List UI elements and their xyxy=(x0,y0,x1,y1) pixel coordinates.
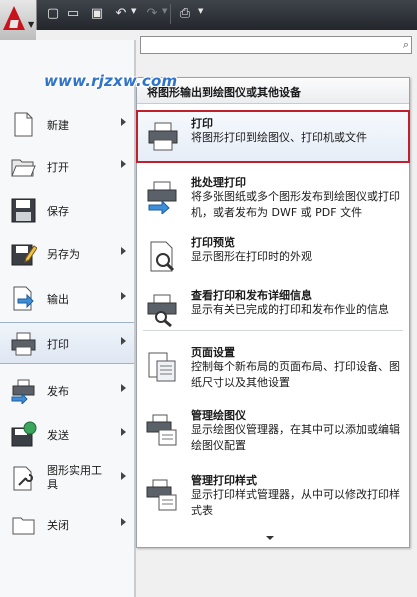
chevron-right-icon xyxy=(121,118,126,126)
menu-item-label: 图形实用工具 xyxy=(47,464,102,491)
submenu-item-title: 批处理打印 xyxy=(191,176,246,189)
watermark-text: www.rjzxw.com xyxy=(44,72,178,90)
toolbar-separator xyxy=(170,4,171,24)
chevron-right-icon xyxy=(121,292,126,300)
submenu-item-title: 查看打印和发布详细信息 xyxy=(191,289,312,302)
chevron-right-icon xyxy=(121,428,126,436)
toolbar-customize-icon[interactable]: ▼ xyxy=(198,7,203,15)
menu-item-send[interactable]: 发送 xyxy=(0,414,134,454)
submenu-item-plot[interactable]: 打印 将图形打印到绘图仪、打印机或文件 xyxy=(136,110,410,163)
plot-style-manager-icon xyxy=(146,479,177,511)
plot-icon[interactable]: ⎙ xyxy=(176,5,194,22)
submenu-item-desc: 显示有关已完成的打印和发布作业的信息 xyxy=(191,303,389,316)
submenu-item-desc: 显示打印样式管理器，从中可以修改打印样式表 xyxy=(191,488,400,517)
scroll-down-icon[interactable] xyxy=(266,536,274,540)
undo-dropdown-icon[interactable]: ▼ xyxy=(131,7,136,15)
redo-dropdown-icon[interactable]: ▼ xyxy=(162,7,167,15)
submenu-header: 将图形输出到绘图仪或其他设备 xyxy=(137,78,409,104)
submenu-item-title: 页面设置 xyxy=(191,346,235,359)
close-document-icon xyxy=(12,517,35,535)
submenu-item-desc: 将图形打印到绘图仪、打印机或文件 xyxy=(191,131,367,144)
menu-item-utilities[interactable]: 图形实用工具 xyxy=(0,458,134,498)
menu-item-print[interactable]: 打印 xyxy=(0,322,134,364)
menu-item-label: 另存为 xyxy=(47,248,80,261)
submenu-item-batch-plot[interactable]: 批处理打印 将多张图纸或多个图形发布到绘图仪或打印机，或者发布为 DWF 或 P… xyxy=(137,170,409,226)
submenu-item-plotter-manager[interactable]: 管理绘图仪 显示绘图仪管理器，在其中可以添加或编辑绘图仪配置 xyxy=(137,403,409,459)
menu-item-label: 输出 xyxy=(47,293,69,306)
submenu-item-desc: 将多张图纸或多个图形发布到绘图仪或打印机，或者发布为 DWF 或 PDF 文件 xyxy=(191,190,400,219)
menu-item-label: 打开 xyxy=(47,161,69,174)
wrench-icon xyxy=(13,466,33,491)
menu-item-label: 关闭 xyxy=(47,519,69,532)
menu-item-export[interactable]: 输出 xyxy=(0,278,134,318)
chevron-right-icon xyxy=(121,247,126,255)
export-icon xyxy=(13,286,34,311)
menu-item-save[interactable]: 保存 xyxy=(0,190,134,230)
submenu-item-desc: 显示绘图仪管理器，在其中可以添加或编辑绘图仪配置 xyxy=(191,423,400,452)
menu-item-publish[interactable]: 发布 xyxy=(0,370,134,410)
quick-access-toolbar: ▢ ▭ ▣ ↶ ▼ ↷ ▼ ⎙ ▼ xyxy=(0,0,417,30)
menu-item-open[interactable]: 打开 xyxy=(0,146,134,186)
chevron-right-icon xyxy=(121,337,126,345)
page-setup-icon xyxy=(148,352,176,382)
plot-details-icon xyxy=(147,294,177,327)
menu-item-label: 新建 xyxy=(47,119,69,132)
chevron-right-icon xyxy=(121,384,126,392)
submenu-item-page-setup[interactable]: 页面设置 控制每个新布局的页面布局、打印设备、图纸尺寸以及其他设置 xyxy=(137,340,409,396)
publish-icon xyxy=(11,379,35,404)
chevron-down-icon: ▼ xyxy=(28,20,35,29)
submenu-item-desc: 控制每个新布局的页面布局、打印设备、图纸尺寸以及其他设置 xyxy=(191,360,400,389)
search-commands-input[interactable]: ⌕ xyxy=(140,36,412,54)
submenu-divider xyxy=(143,330,403,331)
new-icon[interactable]: ▢ xyxy=(44,5,62,22)
floppy-disk-icon xyxy=(11,198,36,223)
new-document-icon xyxy=(14,112,33,137)
chevron-right-icon xyxy=(121,472,126,480)
save-as-icon xyxy=(11,244,37,266)
batch-plot-icon xyxy=(147,181,177,214)
menu-item-label: 保存 xyxy=(47,205,69,218)
open-icon[interactable]: ▭ xyxy=(64,5,82,22)
menu-item-label: 打印 xyxy=(47,338,69,351)
submenu-item-title: 打印预览 xyxy=(191,236,235,249)
save-icon[interactable]: ▣ xyxy=(88,5,106,22)
redo-icon[interactable]: ↷ xyxy=(143,5,161,22)
menu-item-close[interactable]: 关闭 xyxy=(0,504,134,544)
undo-icon[interactable]: ↶ xyxy=(112,5,130,22)
menu-item-new[interactable]: 新建 xyxy=(0,104,134,144)
submenu-item-plot-style-manager[interactable]: 管理打印样式 显示打印样式管理器，从中可以修改打印样式表 xyxy=(137,468,409,524)
submenu-item-plot-preview[interactable]: 打印预览 显示图形在打印时的外观 xyxy=(137,230,409,286)
send-globe-icon xyxy=(11,421,37,447)
submenu-item-title: 管理打印样式 xyxy=(191,474,257,487)
application-menu-left-panel: 新建 打开 保存 另存为 输出 打印 发布 发送 图形实用工具 关闭 xyxy=(0,40,134,597)
chevron-right-icon xyxy=(121,160,126,168)
menu-item-label: 发布 xyxy=(47,385,69,398)
menu-item-label: 发送 xyxy=(47,429,69,442)
submenu-item-title: 管理绘图仪 xyxy=(191,409,246,422)
printer-icon xyxy=(11,332,36,356)
chevron-right-icon xyxy=(121,518,126,526)
plot-preview-icon xyxy=(150,241,175,272)
folder-open-icon xyxy=(11,159,36,177)
plotter-manager-icon xyxy=(146,414,177,446)
print-submenu-panel: 将图形输出到绘图仪或其他设备 打印 将图形打印到绘图仪、打印机或文件 批处理打印… xyxy=(136,77,410,548)
menu-item-saveas[interactable]: 另存为 xyxy=(0,233,134,273)
search-icon: ⌕ xyxy=(402,38,409,51)
submenu-item-desc: 显示图形在打印时的外观 xyxy=(191,250,312,263)
submenu-item-title: 打印 xyxy=(191,117,213,130)
application-menu-button[interactable]: ▼ xyxy=(0,0,37,41)
printer-icon xyxy=(148,122,178,151)
